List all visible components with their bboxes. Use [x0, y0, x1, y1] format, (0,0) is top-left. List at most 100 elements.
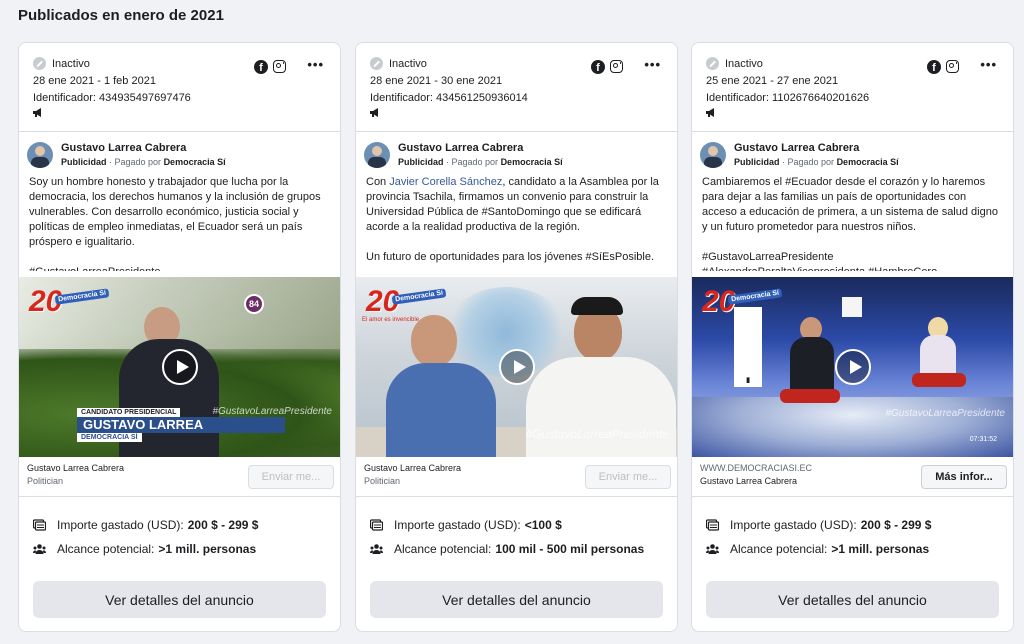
- page-title: Publicados en enero de 2021: [18, 7, 224, 24]
- ad-identifier: Identificador: 434561250936014: [370, 92, 528, 104]
- spend-label: Importe gastado (USD):: [730, 518, 857, 532]
- spend-stat: Importe gastado (USD): 200 $ - 299 $: [33, 513, 258, 537]
- sponsor-name[interactable]: Democracia Sí: [164, 157, 226, 167]
- advertiser-name[interactable]: Gustavo Larrea Cabrera: [61, 142, 226, 154]
- ad-video[interactable]: ▮ 20 Democracia Sí #GustavoLarreaPreside…: [692, 277, 1013, 457]
- status-label: Inactivo: [389, 57, 427, 70]
- spend-label: Importe gastado (USD):: [57, 518, 184, 532]
- party-logo: Democracia Sí: [727, 288, 783, 305]
- sponsor-line: Publicidad · Pagado por Democracia Sí: [61, 157, 226, 167]
- inactive-status-icon: [370, 57, 383, 70]
- avatar[interactable]: [700, 142, 726, 168]
- megaphone-icon: [33, 108, 41, 117]
- play-icon[interactable]: [498, 349, 535, 385]
- avatar[interactable]: [364, 142, 390, 168]
- lower-third-label: CANDIDATO PRESIDENCIAL: [77, 408, 181, 417]
- inactive-status-icon: [706, 57, 719, 70]
- date-range: 28 ene 2021 - 30 ene 2021: [370, 75, 503, 87]
- inactive-status-icon: [33, 57, 46, 70]
- ad-copy-text: Con Javier Corella Sánchez, candidato a …: [366, 175, 665, 271]
- reach-label: Alcance potencial:: [57, 542, 155, 556]
- ad-copy-text: Soy un hombre honesto y trabajador que l…: [29, 176, 321, 271]
- avatar[interactable]: [27, 142, 53, 168]
- megaphone-icon: [706, 108, 714, 117]
- people-icon: [706, 544, 719, 554]
- ad-footer: WWW.DEMOCRACIASI.EC Gustavo Larrea Cabre…: [692, 457, 1013, 497]
- see-ad-details-button[interactable]: Ver detalles del anuncio: [370, 581, 663, 618]
- ad-copy-text: Cambiaremos el #Ecuador desde el corazón…: [702, 176, 998, 271]
- status: Inactivo: [370, 57, 677, 70]
- advertiser: Gustavo Larrea Cabrera Publicidad · Paga…: [19, 132, 340, 170]
- spend-value: 200 $ - 299 $: [860, 518, 932, 532]
- ad-card: Inactivo 25 ene 2021 - 27 ene 2021 Ident…: [691, 42, 1014, 632]
- facebook-icon: f: [254, 60, 268, 74]
- people-icon: [33, 544, 46, 554]
- platforms: f: [927, 60, 959, 74]
- reach-stat: Alcance potencial: 100 mil - 500 mil per…: [370, 537, 644, 561]
- sponsor-line: Publicidad · Pagado por Democracia Sí: [398, 157, 563, 167]
- spend-stat: Importe gastado (USD): <100 $: [370, 513, 644, 537]
- instagram-icon: [946, 60, 959, 73]
- ad-card-header: Inactivo 28 ene 2021 - 1 feb 2021 Identi…: [19, 43, 340, 132]
- platforms: f: [591, 60, 623, 74]
- status: Inactivo: [33, 57, 340, 70]
- see-ad-details-button[interactable]: Ver detalles del anuncio: [706, 581, 999, 618]
- ad-footer: Gustavo Larrea Cabrera Politician Enviar…: [19, 457, 340, 497]
- ad-card-header: Inactivo 25 ene 2021 - 27 ene 2021 Ident…: [692, 43, 1013, 132]
- date-range: 25 ene 2021 - 27 ene 2021: [706, 75, 839, 87]
- more-options-button[interactable]: •••: [980, 57, 997, 72]
- facebook-icon: f: [591, 60, 605, 74]
- play-icon[interactable]: [834, 349, 871, 385]
- sponsor-name[interactable]: Democracia Sí: [501, 157, 563, 167]
- ad-card: Inactivo 28 ene 2021 - 30 ene 2021 Ident…: [355, 42, 678, 632]
- money-icon: [33, 519, 46, 531]
- reach-value: 100 mil - 500 mil personas: [495, 542, 645, 556]
- ad-identifier: Identificador: 1102676640201626: [706, 92, 870, 104]
- ad-video[interactable]: 20 Democracia Sí El amor es invencible #…: [356, 277, 677, 457]
- ad-copy-prefix: Con: [366, 176, 390, 188]
- reach-stat: Alcance potencial: >1 mill. personas: [33, 537, 258, 561]
- more-options-button[interactable]: •••: [307, 57, 324, 72]
- ad-copy-body: , candidato a la Asamblea por la provinc…: [366, 176, 659, 271]
- campaign-tagline: El amor es invencible: [362, 317, 420, 323]
- learn-more-button[interactable]: Más infor...: [921, 465, 1007, 489]
- reach-value: >1 mill. personas: [831, 542, 930, 556]
- advertiser-name[interactable]: Gustavo Larrea Cabrera: [398, 142, 563, 154]
- reach-label: Alcance potencial:: [730, 542, 828, 556]
- list-number-badge: 84: [244, 294, 264, 314]
- people-icon: [370, 544, 383, 554]
- more-options-button[interactable]: •••: [644, 57, 661, 72]
- video-hashtag: #GustavoLarreaPresidente: [212, 406, 332, 417]
- reach-value: >1 mill. personas: [158, 542, 257, 556]
- ad-card: Inactivo 28 ene 2021 - 1 feb 2021 Identi…: [18, 42, 341, 632]
- video-hashtag: #GustavoLarreaPresidente: [885, 408, 1005, 419]
- megaphone-icon: [370, 108, 378, 117]
- ad-stats: Importe gastado (USD): 200 $ - 299 $ Alc…: [706, 513, 931, 561]
- money-icon: [706, 519, 719, 531]
- tagged-person-link[interactable]: Javier Corella Sánchez: [389, 176, 502, 188]
- send-message-button[interactable]: Enviar me...: [248, 465, 334, 489]
- spend-stat: Importe gastado (USD): 200 $ - 299 $: [706, 513, 931, 537]
- broadcast-time: 07:31:52: [969, 436, 997, 443]
- lower-third-name: GUSTAVO LARREA: [77, 417, 285, 433]
- ad-copy: Soy un hombre honesto y trabajador que l…: [19, 170, 340, 271]
- send-message-button[interactable]: Enviar me...: [585, 465, 671, 489]
- ad-video[interactable]: 20 Democracia Sí 84 CANDIDATO PRESIDENCI…: [19, 277, 340, 457]
- ad-copy: Con Javier Corella Sánchez, candidato a …: [356, 170, 677, 271]
- advertiser-name[interactable]: Gustavo Larrea Cabrera: [734, 142, 899, 154]
- instagram-icon: [273, 60, 286, 73]
- spend-label: Importe gastado (USD):: [394, 518, 521, 532]
- ad-identifier: Identificador: 434935497697476: [33, 92, 191, 104]
- status-label: Inactivo: [725, 57, 763, 70]
- money-icon: [370, 519, 383, 531]
- play-icon[interactable]: [161, 349, 198, 385]
- instagram-icon: [610, 60, 623, 73]
- sponsor-name[interactable]: Democracia Sí: [837, 157, 899, 167]
- see-ad-details-button[interactable]: Ver detalles del anuncio: [33, 581, 326, 618]
- ad-stats: Importe gastado (USD): <100 $ Alcance po…: [370, 513, 644, 561]
- ad-card-header: Inactivo 28 ene 2021 - 30 ene 2021 Ident…: [356, 43, 677, 132]
- spend-value: <100 $: [524, 518, 562, 532]
- ad-footer: Gustavo Larrea Cabrera Politician Enviar…: [356, 457, 677, 497]
- status-label: Inactivo: [52, 57, 90, 70]
- advertiser: Gustavo Larrea Cabrera Publicidad · Paga…: [356, 132, 677, 170]
